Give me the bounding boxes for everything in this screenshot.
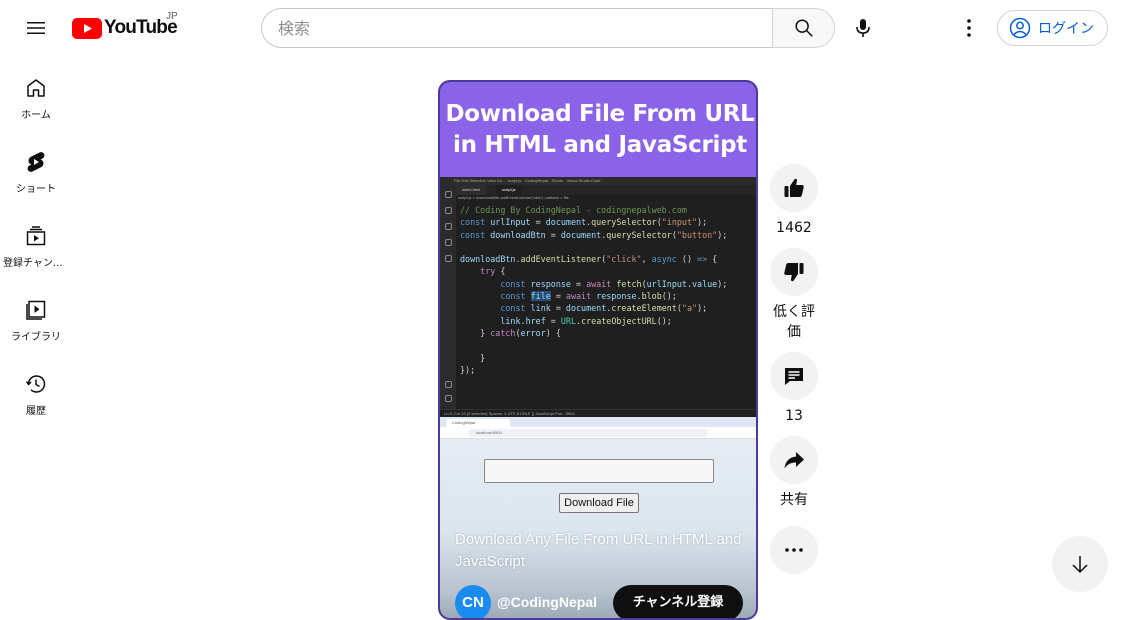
shorts-video-player[interactable]: Download File From URL in HTML and JavaS… (438, 80, 758, 620)
search-icon (794, 19, 813, 37)
browser-tab: CodingNepal (446, 419, 510, 427)
sidebar-item-home[interactable]: ホーム (0, 56, 72, 130)
shorts-icon (27, 152, 45, 172)
sidebar-item-subscriptions[interactable]: 登録チャンネル (0, 204, 72, 278)
code-snippet: // Coding By CodingNepal - codingnepalwe… (460, 205, 728, 375)
channel-row: CN @CodingNepal チャンネル登録 (455, 585, 756, 618)
login-button[interactable]: ログイン (997, 10, 1108, 46)
source-control-icon (445, 223, 452, 230)
comments-button[interactable] (770, 352, 818, 400)
explorer-icon (445, 191, 452, 198)
settings-gear-icon (445, 395, 452, 402)
sidebar-item-label: ホーム (21, 110, 51, 121)
youtube-logo[interactable]: YouTube (72, 16, 178, 40)
share-button[interactable] (770, 436, 818, 484)
like-action: 1462 (770, 164, 818, 238)
subscribe-button[interactable]: チャンネル登録 (613, 585, 743, 618)
search-button[interactable] (772, 8, 835, 48)
browser-toolbar: localhost:5500 (440, 427, 756, 439)
extensions-icon (445, 255, 452, 262)
vertical-dots-icon (967, 19, 971, 37)
hamburger-menu-icon (27, 22, 45, 34)
dislike-button[interactable] (770, 248, 818, 296)
video-title-banner: Download File From URL in HTML and JavaS… (440, 82, 756, 177)
sidebar-item-label: 履歴 (26, 406, 46, 417)
channel-name[interactable]: @CodingNepal (497, 594, 597, 610)
demo-url-input (484, 459, 714, 483)
library-icon (26, 300, 46, 320)
microphone-icon (856, 19, 870, 37)
top-bar: YouTube JP ログイン (0, 0, 1124, 56)
sidebar-item-label: 登録チャンネル (3, 258, 69, 269)
code-editor-frame: File Edit Selection View Go ... script.j… (440, 177, 756, 467)
comment-icon (785, 368, 803, 385)
region-code: JP (166, 11, 178, 22)
account-icon (445, 381, 452, 388)
channel-avatar[interactable]: CN (455, 585, 491, 618)
run-debug-icon (445, 239, 452, 246)
short-caption: Download Any File From URL in HTML and J… (455, 531, 742, 570)
browser-address-bar: localhost:5500 (468, 429, 708, 437)
guide-menu-button[interactable] (16, 8, 56, 48)
sidebar-item-label: ショート (16, 184, 56, 195)
search-input[interactable] (261, 8, 772, 48)
share-label: 共有 (780, 492, 808, 508)
like-count: 1462 (776, 220, 812, 236)
editor-activity-bar (440, 185, 456, 409)
dislike-action: 低く評価 (770, 248, 818, 342)
voice-search-button[interactable] (843, 8, 883, 48)
banner-line-2: in HTML and JavaScript (453, 132, 747, 158)
like-button[interactable] (770, 164, 818, 212)
browser-demo-frame: CodingNepal localhost:5500 Download File… (440, 417, 756, 618)
mini-guide-sidebar: ホーム ショート 登録チャンネル ライブラリ 履歴 (0, 56, 72, 426)
search-bar (261, 8, 835, 48)
comments-action: 13 (770, 352, 818, 426)
sidebar-item-library[interactable]: ライブラリ (0, 278, 72, 352)
sidebar-item-history[interactable]: 履歴 (0, 352, 72, 426)
more-options-button[interactable] (770, 526, 818, 574)
more-action (770, 526, 818, 574)
thumbs-up-icon (784, 178, 804, 197)
next-video-button[interactable] (1052, 536, 1108, 592)
share-action: 共有 (770, 436, 818, 510)
editor-titlebar: File Edit Selection View Go ... script.j… (440, 177, 756, 185)
subscriptions-icon (26, 226, 46, 246)
browser-tab-strip: CodingNepal (440, 417, 756, 427)
home-icon (27, 79, 45, 97)
demo-download-button: Download File (559, 493, 639, 513)
settings-more-button[interactable] (949, 8, 989, 48)
dislike-label: 低く評価 (773, 304, 815, 340)
sidebar-item-shorts[interactable]: ショート (0, 130, 72, 204)
editor-tabs: index.html script.js (456, 185, 756, 195)
editor-tab-script: script.js (496, 185, 522, 195)
shorts-action-column: 1462 低く評価 13 共有 (770, 164, 818, 574)
editor-statusbar: Ln 8, Col 19 (4 selected) Spaces: 4 UTF-… (440, 409, 756, 417)
comment-count: 13 (785, 408, 803, 424)
arrow-down-icon (1072, 556, 1088, 574)
account-circle-icon (1009, 17, 1031, 39)
horizontal-dots-icon (785, 548, 803, 552)
editor-tab-index: index.html (456, 185, 487, 195)
login-label: ログイン (1038, 21, 1094, 37)
thumbs-down-icon (784, 263, 804, 282)
banner-line-1: Download File From URL (445, 101, 755, 127)
youtube-play-logo-icon (72, 17, 102, 39)
sidebar-item-label: ライブラリ (11, 332, 61, 343)
search-icon (445, 207, 452, 214)
share-arrow-icon (784, 452, 804, 469)
history-icon (25, 375, 46, 393)
editor-breadcrumb: script.js > downloadBtn.addEventListener… (458, 195, 569, 200)
